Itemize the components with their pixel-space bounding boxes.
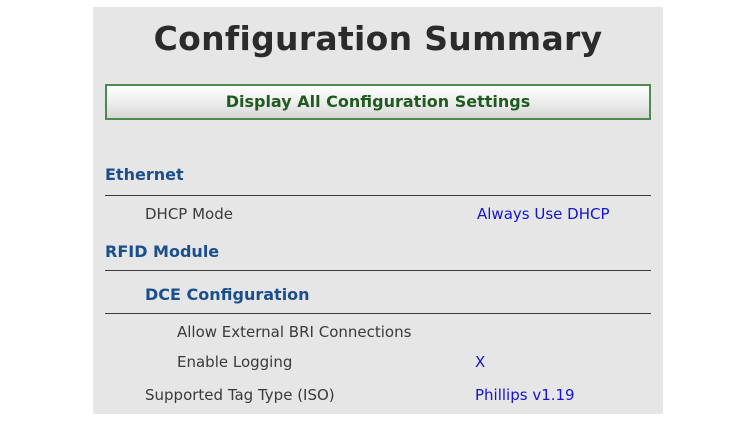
section-divider [105,195,651,196]
section-heading-rfid-module: RFID Module [105,242,220,261]
setting-value-dhcp-mode: Always Use DHCP [477,205,610,223]
setting-label-enable-logging: Enable Logging [177,353,293,371]
page-title: Configuration Summary [153,19,603,58]
display-all-settings-button[interactable]: Display All Configuration Settings [105,84,651,120]
section-heading-ethernet: Ethernet [105,165,184,184]
setting-label-dhcp-mode: DHCP Mode [145,205,233,223]
setting-value-enable-logging: X [475,353,486,371]
configuration-summary-panel: Configuration Summary Display All Config… [93,7,663,414]
subsection-heading-dce-configuration: DCE Configuration [145,285,310,304]
setting-label-allow-external-bri: Allow External BRI Connections [177,323,412,341]
setting-value-supported-tag-type: Phillips v1.19 [475,386,575,404]
setting-label-supported-tag-type: Supported Tag Type (ISO) [145,386,335,404]
subsection-divider [105,313,651,314]
section-divider [105,270,651,271]
